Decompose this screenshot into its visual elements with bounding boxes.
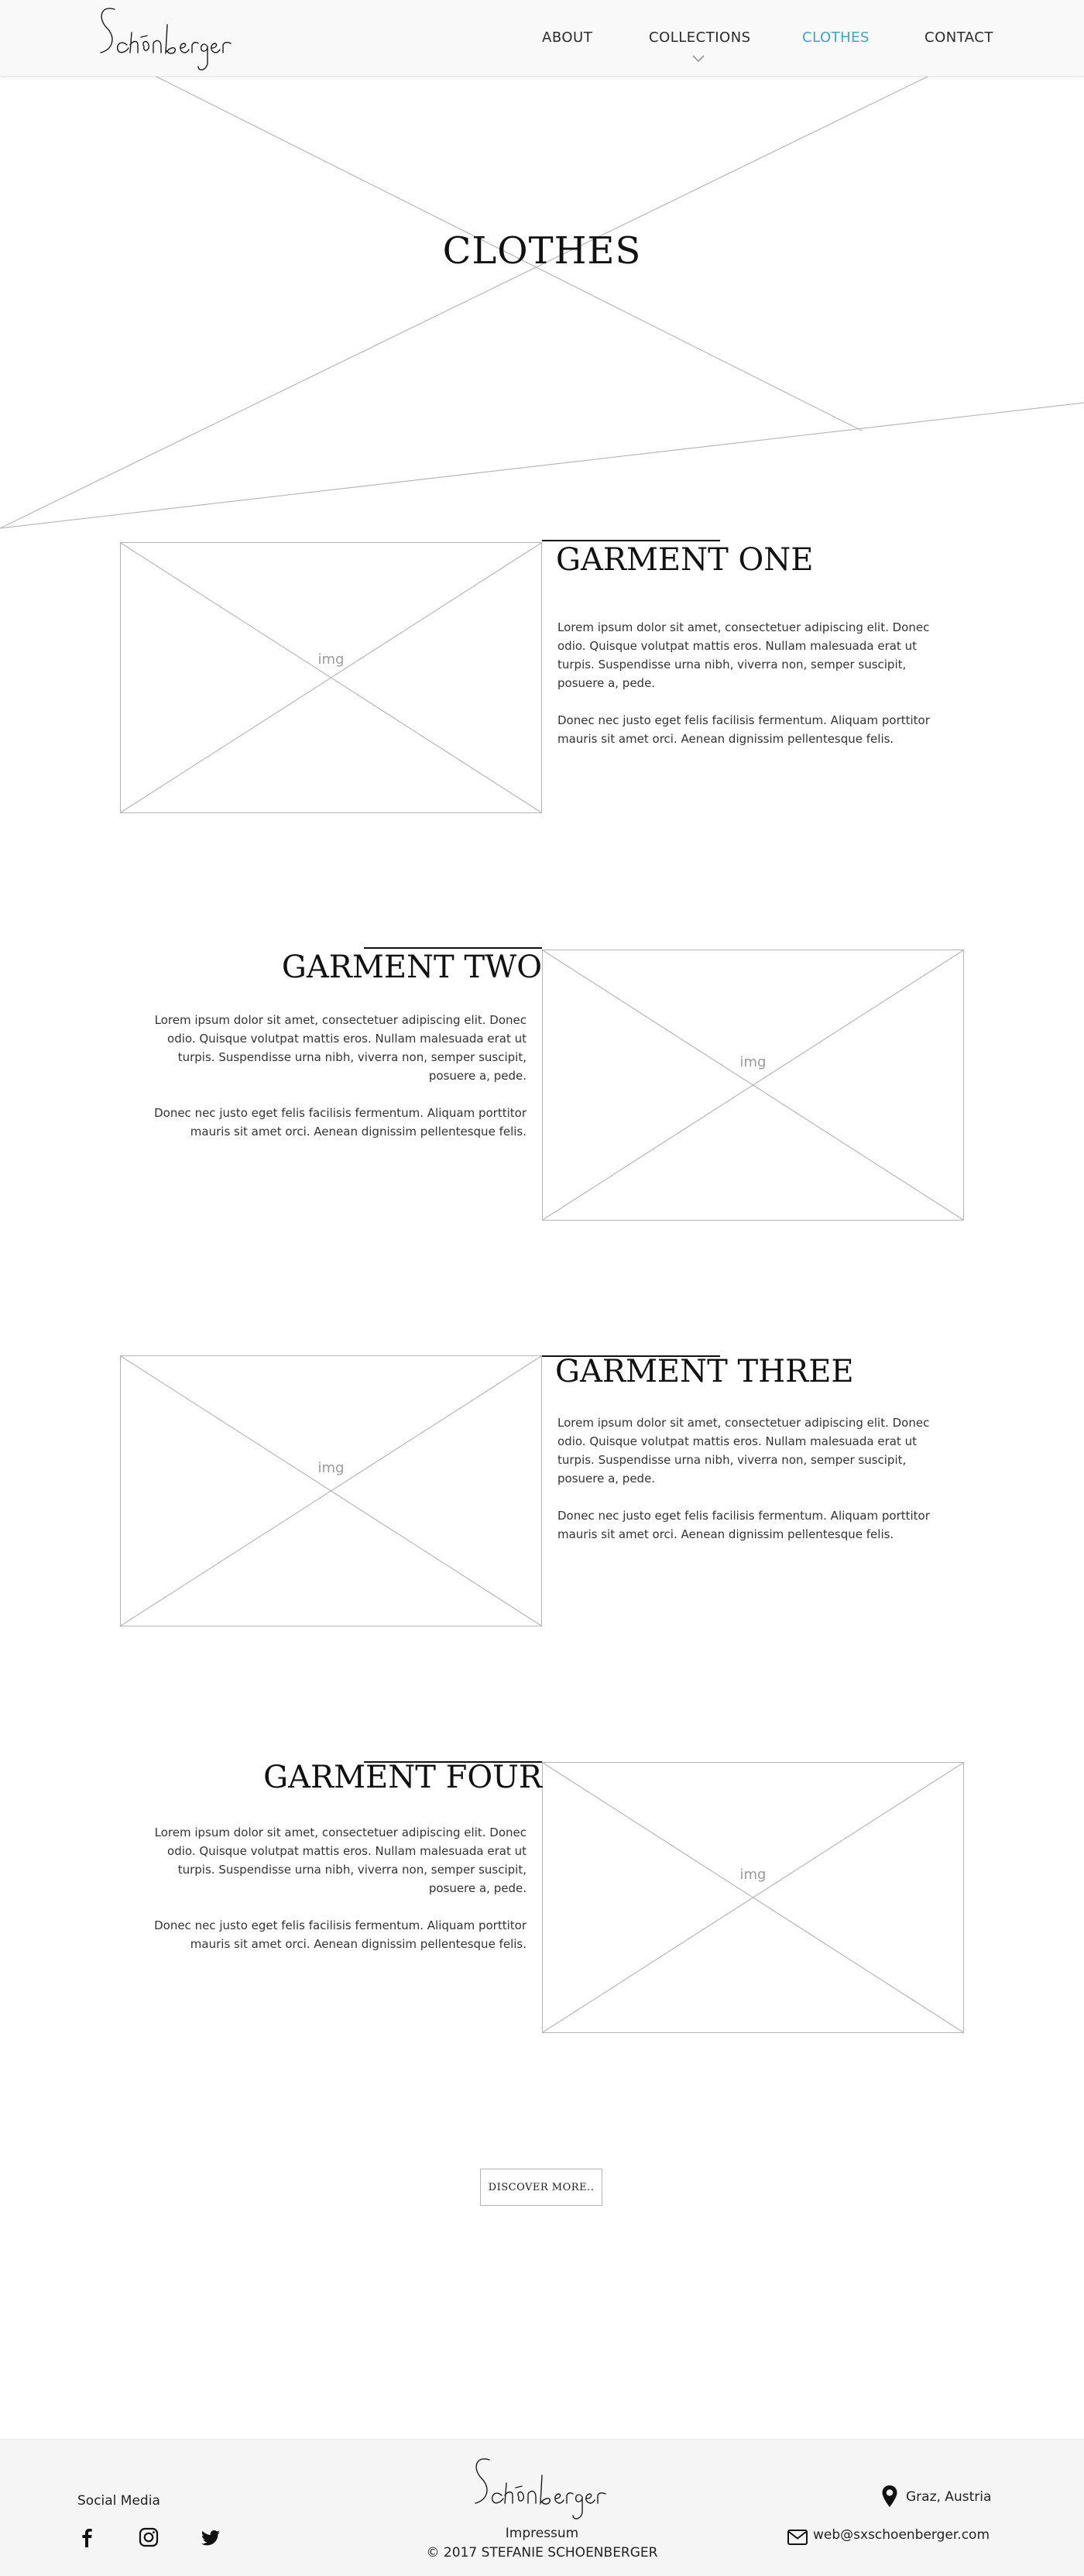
hero-image-placeholder [0,76,1084,529]
garment-four-text-2: Donec nec justo eget felis facilisis fer… [154,1918,527,1951]
schoenberger-logo[interactable] [93,2,236,74]
site-footer: Social Media Impressum © 2017 STEFANIE S… [0,2439,1084,2576]
garment-four-image: img [542,1762,964,2033]
garment-two-image: img [542,950,964,1221]
garment-one-image: img [120,542,542,813]
page-title: CLOTHES [442,229,642,273]
nav-clothes[interactable]: CLOTHES [802,29,870,46]
nav-contact[interactable]: CONTACT [924,29,993,46]
title-rule [364,947,542,949]
title-rule [542,540,720,541]
garment-one-text-2: Donec nec justo eget felis facilisis fer… [557,713,930,746]
garment-two-text-2: Donec nec justo eget felis facilisis fer… [154,1106,527,1139]
garment-three-title: GARMENT THREE [555,1354,854,1389]
chevron-down-icon[interactable] [691,54,705,64]
nav-about[interactable]: ABOUT [542,29,592,46]
image-label: img [739,1867,767,1883]
image-label: img [317,651,345,668]
garment-four-title: GARMENT FOUR [263,1760,542,1795]
garment-three-image: img [120,1355,542,1626]
email-link[interactable]: web@sxschoenberger.com [813,2527,990,2543]
image-label: img [317,1460,345,1476]
garment-four-text-1: Lorem ipsum dolor sit amet, consectetuer… [154,1826,527,1895]
garment-two-text-1: Lorem ipsum dolor sit amet, consectetuer… [154,1013,527,1083]
copyright-text: © 2017 STEFANIE SCHOENBERGER [426,2545,658,2561]
footer-logo[interactable] [468,2454,611,2523]
location-text: Graz, Austria [906,2489,992,2505]
garment-three-text-2: Donec nec justo eget felis facilisis fer… [557,1509,930,1541]
garment-one-title: GARMENT ONE [556,542,814,578]
discover-more-button[interactable]: DISCOVER MORE.. [480,2169,602,2206]
garment-three-text-1: Lorem ipsum dolor sit amet, consectetuer… [557,1416,930,1485]
nav-collections[interactable]: COLLECTIONS [649,29,751,46]
location-pin-icon [882,2485,897,2507]
site-header: ABOUT COLLECTIONS CLOTHES CONTACT [0,0,1084,77]
social-media-label: Social Media [77,2493,160,2509]
garment-one-text-1: Lorem ipsum dolor sit amet, consectetuer… [557,620,930,690]
garment-two-title: GARMENT TWO [281,950,542,985]
mail-icon [787,2530,808,2545]
image-label: img [739,1054,767,1070]
